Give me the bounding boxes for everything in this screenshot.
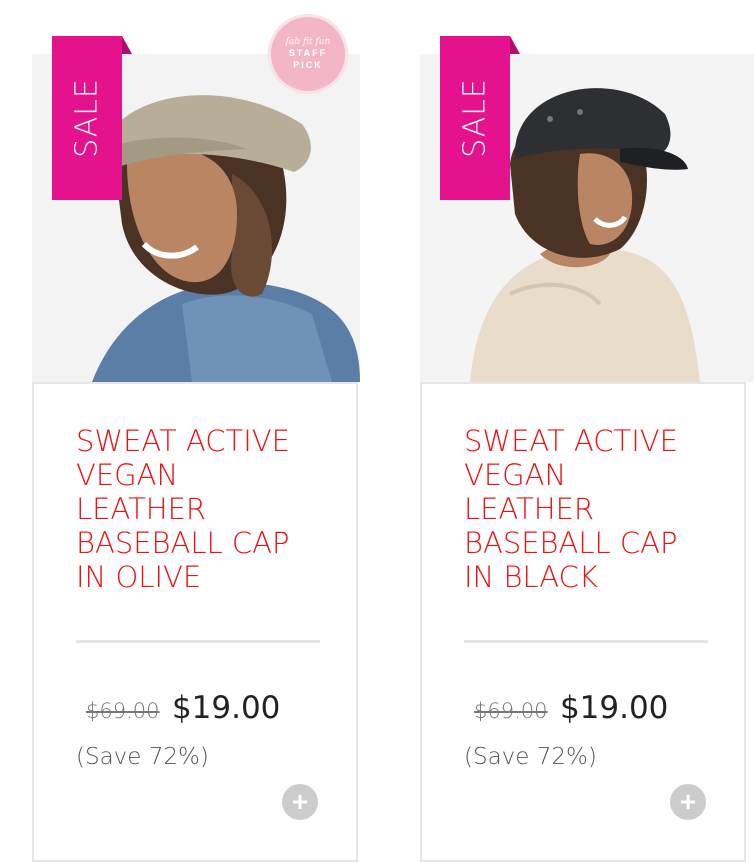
sale-ribbon: SALE [52,36,122,200]
add-to-cart-button[interactable]: + [670,784,706,820]
product-title[interactable]: SWEAT ACTIVE VEGAN LEATHER BASEBALL CAP … [464,424,704,594]
sale-ribbon-label: SALE [69,78,105,158]
price-row: $69.00 $19.00 [86,690,280,726]
badge-line-2: PICK [293,60,323,70]
product-info: SWEAT ACTIVE VEGAN LEATHER BASEBALL CAP … [420,382,746,862]
sale-ribbon: SALE [440,36,510,200]
product-card-olive-cap[interactable]: SALE fab fit fun STAFF PICK SWEAT ACTIVE… [30,0,360,862]
add-to-cart-button[interactable]: + [282,784,318,820]
price-row: $69.00 $19.00 [474,690,668,726]
product-title[interactable]: SWEAT ACTIVE VEGAN LEATHER BASEBALL CAP … [76,424,316,594]
divider [464,640,708,643]
sale-ribbon-label: SALE [457,78,493,158]
plus-icon: + [291,786,309,817]
divider [76,640,320,643]
sale-price: $19.00 [559,690,669,726]
badge-line-1: STAFF [288,48,328,58]
savings-text: (Save 72%) [464,744,597,770]
badge-brand: fab fit fun [285,37,331,47]
sale-price: $19.00 [171,690,281,726]
staff-pick-badge: fab fit fun STAFF PICK [268,14,348,94]
original-price: $69.00 [474,699,548,723]
product-info: SWEAT ACTIVE VEGAN LEATHER BASEBALL CAP … [32,382,358,862]
product-card-black-cap[interactable]: SALE SWEAT ACTIVE VEGAN LEATHER BASEBALL… [418,0,754,862]
savings-text: (Save 72%) [76,744,209,770]
plus-icon: + [679,786,697,817]
original-price: $69.00 [86,699,160,723]
ribbon-fold [122,36,132,54]
ribbon-fold [510,36,520,54]
